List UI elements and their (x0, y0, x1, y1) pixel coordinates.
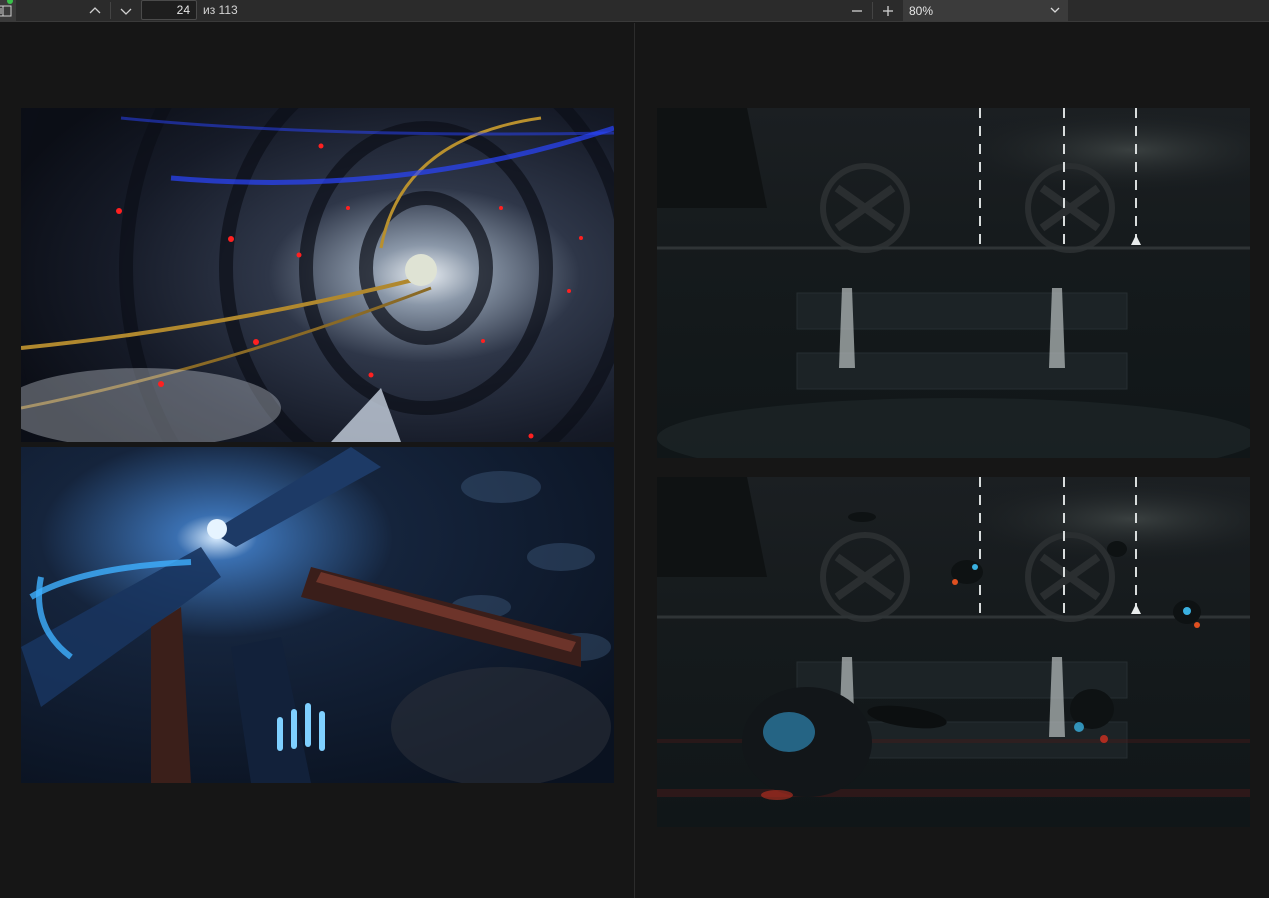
zoom-value: 80% (909, 3, 934, 18)
status-dot (7, 0, 13, 4)
tunnel-artwork (21, 108, 614, 442)
page-total-label: из 113 (203, 3, 238, 17)
chevron-down-icon (1050, 7, 1060, 13)
page-divider (634, 23, 635, 898)
previous-page-button[interactable] (81, 0, 109, 21)
toolbar-separator (872, 2, 873, 19)
zoom-select[interactable]: 80% (903, 0, 1068, 21)
sidebar-icon (0, 5, 12, 16)
zoom-in-button[interactable] (874, 0, 902, 21)
toolbar-separator (110, 2, 111, 19)
chevron-up-icon (89, 6, 101, 13)
pdf-toolbar: из 113 80% (0, 0, 1269, 22)
hangar-fans-artwork (657, 108, 1250, 458)
pipe-corridor-artwork (21, 447, 614, 783)
next-page-button[interactable] (112, 0, 140, 21)
chevron-down-icon (120, 8, 132, 15)
page-number-input[interactable] (141, 0, 197, 20)
zoom-out-button[interactable] (843, 0, 871, 21)
hangar-drones-artwork (657, 477, 1250, 827)
sidebar-toggle-button[interactable] (0, 0, 16, 21)
plus-icon (883, 5, 893, 16)
minus-icon (852, 9, 862, 12)
